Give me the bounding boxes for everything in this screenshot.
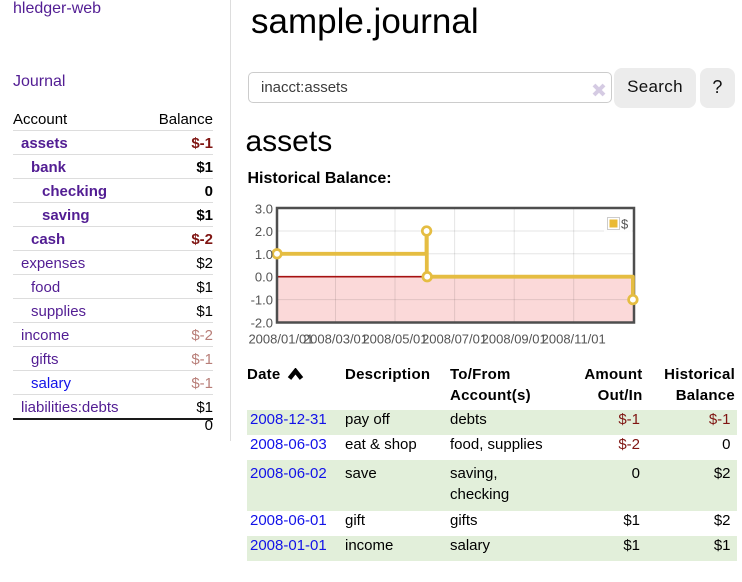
svg-text:1.0: 1.0 [255,247,273,262]
svg-text:-1.0: -1.0 [251,293,273,308]
svg-text:2008/03/01: 2008/03/01 [303,332,368,347]
svg-text:$: $ [621,217,629,232]
svg-text:2008/09/01: 2008/09/01 [482,332,547,347]
svg-text:-2.0: -2.0 [251,315,273,330]
svg-text:2008/07/01: 2008/07/01 [422,332,487,347]
svg-text:3.0: 3.0 [255,201,273,216]
svg-text:2008/11/01: 2008/11/01 [542,332,606,347]
svg-text:2.0: 2.0 [255,224,273,239]
svg-text:0.0: 0.0 [255,270,273,285]
svg-text:2008/05/01: 2008/05/01 [362,332,427,347]
